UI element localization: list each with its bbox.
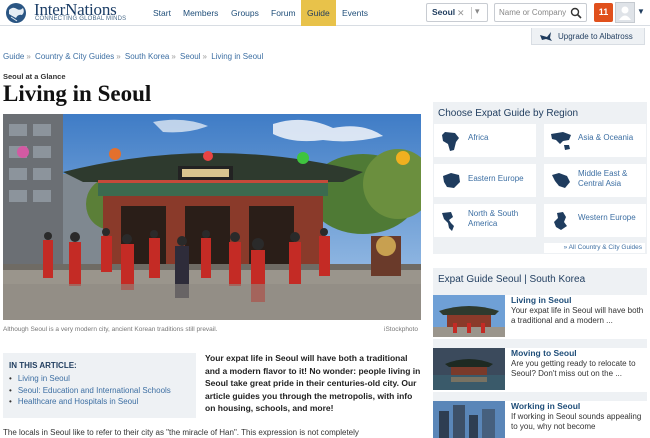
clear-city-icon[interactable]: ✕ [457,8,467,18]
city-selector[interactable]: Seoul ✕ ▾ [426,3,488,22]
region-asia-oceania[interactable]: Asia & Oceania [544,124,646,157]
image-credit: iStockphoto [384,326,418,333]
nav-events[interactable]: Events [342,0,368,26]
region-panel-heading: Choose Expat Guide by Region [438,108,579,119]
region-eastern-europe[interactable]: Eastern Europe [434,164,536,197]
globe-logo-icon [6,3,26,23]
palace-gate-photo [3,114,421,320]
article-toc: IN THIS ARTICLE: Living in Seoul Seoul: … [3,353,196,418]
guide-description: If working in Seoul sounds appealing to … [511,412,642,431]
region-label: North & South America [468,209,519,228]
breadcrumb-separator: » [171,52,176,61]
notification-badge[interactable]: 11 [594,3,613,22]
western-europe-map-icon [554,212,567,230]
guide-description: Your expat life in Seoul will have both … [511,306,644,325]
breadcrumb-item[interactable]: Seoul [180,52,200,61]
region-label: Africa [468,133,489,142]
upgrade-button-label: Upgrade to Albatross [558,32,633,41]
article-kicker: Seoul at a Glance [3,72,66,81]
guide-title[interactable]: Working in Seoul [511,401,580,411]
breadcrumb-item[interactable]: South Korea [125,52,169,61]
user-avatar[interactable] [615,2,635,23]
africa-map-icon [442,132,459,151]
breadcrumb-separator: » [116,52,121,61]
logo-tagline: CONNECTING GLOBAL MINDS [35,16,127,22]
region-africa[interactable]: Africa [434,124,536,157]
region-western-europe[interactable]: Western Europe [544,204,646,237]
hero-image [3,114,421,320]
region-middle-east[interactable]: Middle East & Central Asia [544,164,646,197]
toc-heading: IN THIS ARTICLE: [9,361,77,370]
search-icon[interactable] [570,7,582,19]
breadcrumb-separator: » [26,52,31,61]
breadcrumb-item[interactable]: Guide [3,52,24,61]
toc-link[interactable]: Healthcare and Hospitals in Seoul [9,396,171,408]
guide-title[interactable]: Living in Seoul [511,295,571,305]
guide-thumbnail [433,401,505,438]
guide-item[interactable]: Living in Seoul Your expat life in Seoul… [433,295,647,339]
city-guide-panel: Expat Guide Seoul | South Korea Living i… [433,268,647,438]
article-intro: Your expat life in Seoul will have both … [205,353,421,413]
all-guides-link[interactable]: » All Country & City Guides [544,243,645,253]
guide-item[interactable]: Moving to Seoul Are you getting ready to… [433,348,647,392]
image-caption: Although Seoul is a very modern city, an… [3,326,218,333]
top-navigation-bar: InterNations CONNECTING GLOBAL MINDS Sta… [0,0,650,26]
region-americas[interactable]: North & South America [434,204,536,237]
page-title: Living in Seoul [3,81,152,106]
middle-east-map-icon [552,173,570,188]
nav-forum[interactable]: Forum [271,0,296,26]
region-label: Eastern Europe [468,174,524,183]
region-label: Western Europe [578,213,636,222]
breadcrumb-separator: » [202,52,207,61]
eastern-europe-map-icon [443,173,460,188]
chevron-down-icon[interactable]: ▾ [475,6,480,17]
nav-members[interactable]: Members [183,0,218,26]
guide-title[interactable]: Moving to Seoul [511,348,577,358]
region-label: Asia & Oceania [578,133,634,142]
asia-map-icon [551,132,571,150]
search-box[interactable]: Name or Company [494,3,587,22]
account-menu-chevron-icon[interactable]: ▼ [637,7,645,16]
city-selector-divider [471,7,472,19]
region-label: Middle East & Central Asia [578,169,628,188]
guide-item[interactable]: Working in Seoul If working in Seoul sou… [433,401,647,438]
americas-map-icon [442,212,454,231]
nav-guide[interactable]: Guide [301,0,336,26]
nav-groups[interactable]: Groups [231,0,259,26]
breadcrumb: Guide» Country & City Guides» South Kore… [3,52,263,61]
albatross-icon [540,32,552,41]
user-silhouette-icon [619,6,631,20]
guide-thumbnail [433,348,505,390]
guide-description: Are you getting ready to relocate to Seo… [511,359,636,378]
upgrade-button[interactable]: Upgrade to Albatross [531,28,645,45]
search-input[interactable]: Name or Company [499,8,566,17]
toc-link[interactable]: Living in Seoul [9,373,171,385]
internations-logo[interactable]: InterNations CONNECTING GLOBAL MINDS [4,1,164,25]
city-selector-label: Seoul [432,7,456,17]
guide-thumbnail [433,295,505,337]
breadcrumb-item[interactable]: Country & City Guides [35,52,114,61]
breadcrumb-item[interactable]: Living in Seoul [211,52,263,61]
article-body: The locals in Seoul like to refer to the… [3,428,359,437]
guide-panel-heading: Expat Guide Seoul | South Korea [438,274,586,285]
region-guide-panel: Choose Expat Guide by Region Africa Asia… [433,102,647,254]
nav-start[interactable]: Start [153,0,171,26]
toc-link[interactable]: Seoul: Education and International Schoo… [9,385,171,397]
